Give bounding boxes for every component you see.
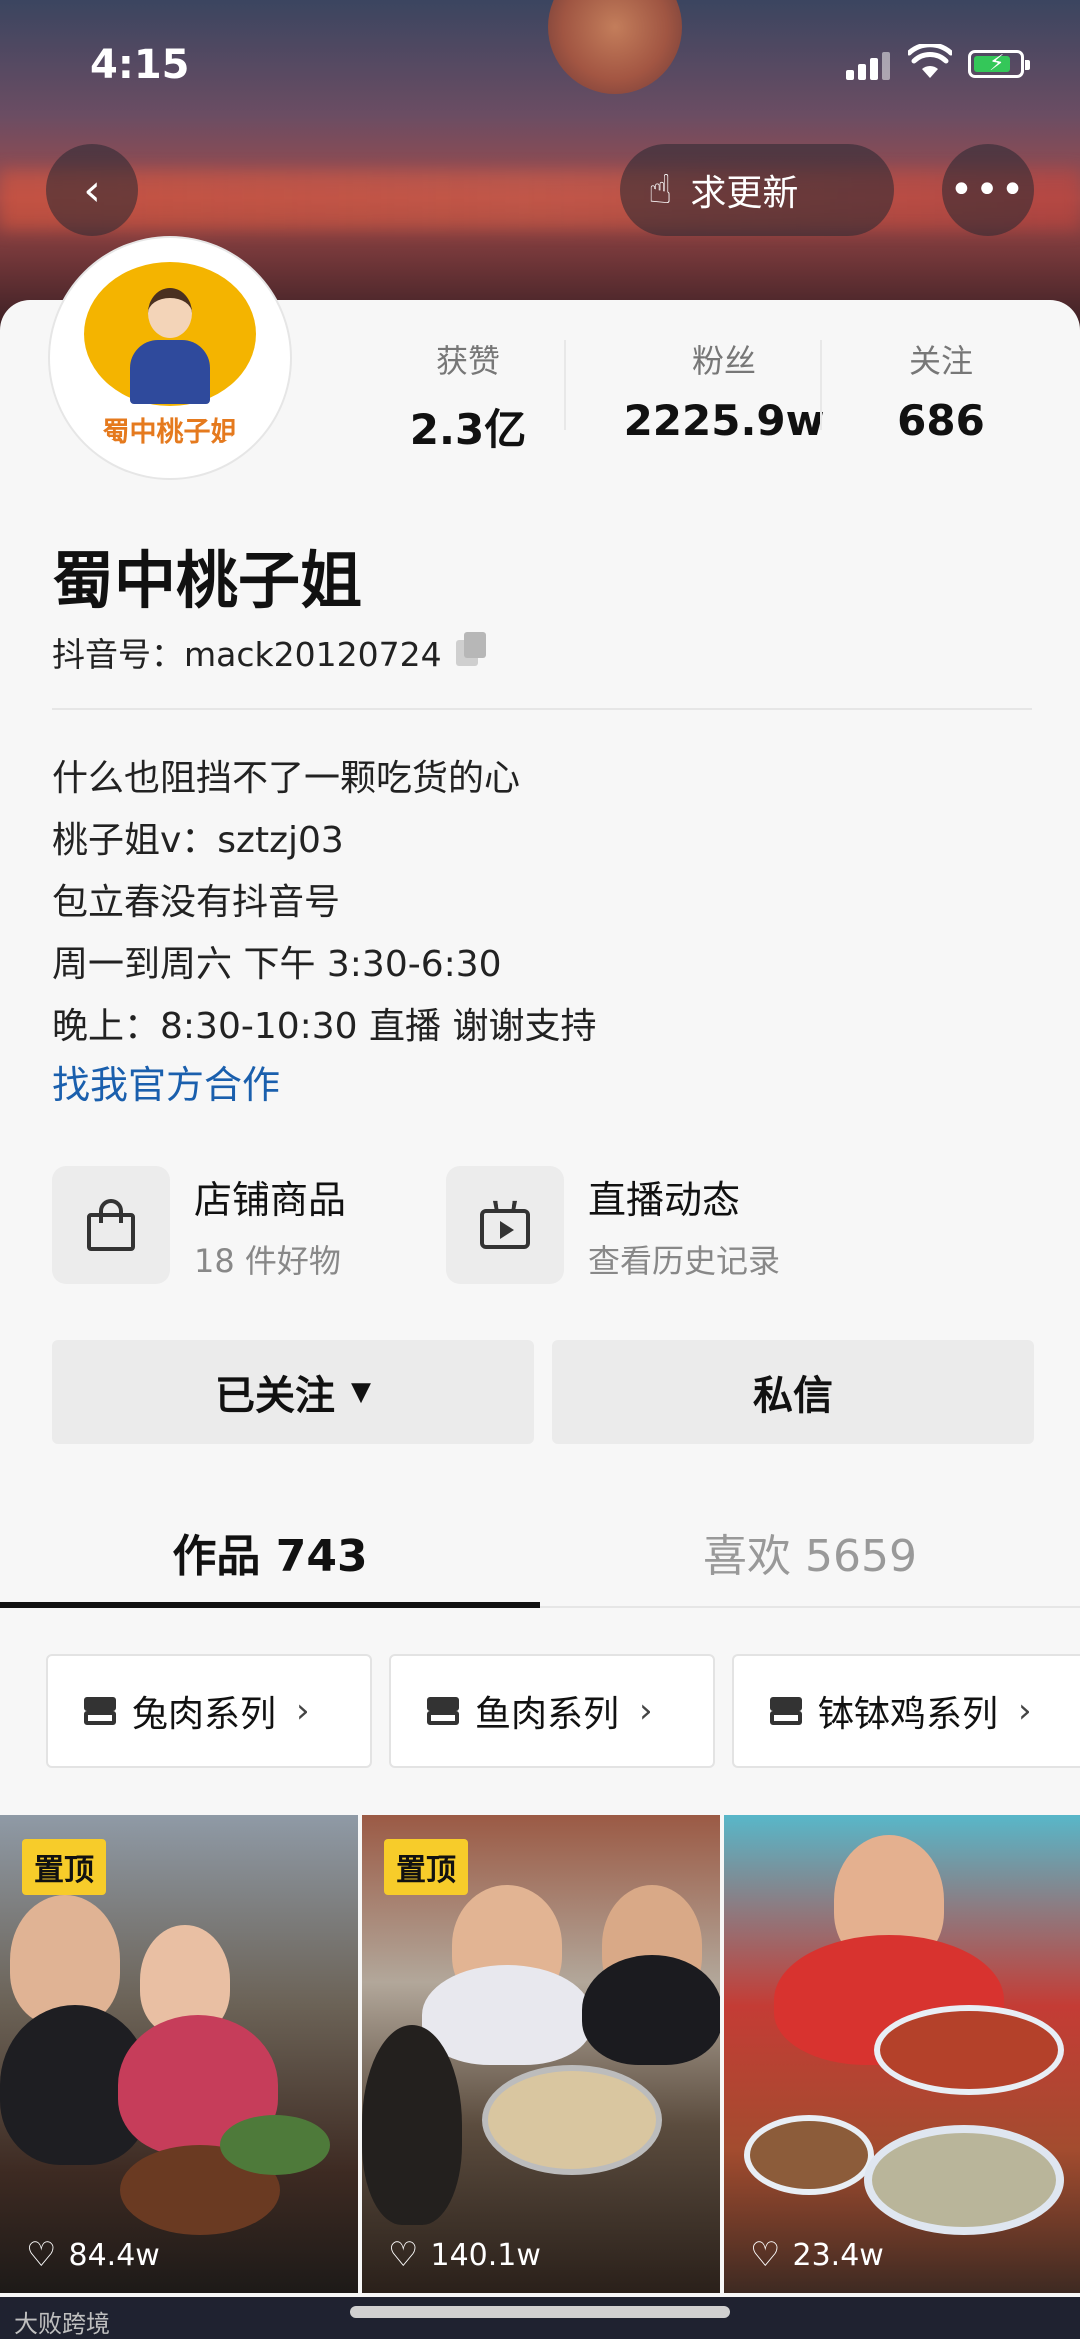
tab-likes[interactable]: 喜欢 5659: [540, 1520, 1080, 1584]
more-options-button[interactable]: •••: [942, 144, 1034, 236]
card-subtitle: 18 件好物: [194, 1241, 341, 1280]
avatar-image: 蜀中桃子姐: [70, 258, 270, 458]
stat-divider: [564, 340, 566, 430]
stat-value: 2225.9w: [623, 396, 825, 445]
video-thumbnail[interactable]: 置顶 ♡ 140.1w: [362, 1815, 720, 2293]
divider: [52, 708, 1032, 710]
collection-chip[interactable]: 钵钵鸡系列 ›: [732, 1654, 1080, 1768]
video-grid: 置顶 ♡ 84.4w 置顶 ♡ 140.1w ♡ 23.4w: [0, 1815, 1080, 2315]
following-button[interactable]: 已关注 ▼: [52, 1340, 534, 1444]
request-update-button[interactable]: ☝ 求更新: [620, 144, 894, 236]
more-dots-icon: •••: [949, 167, 1027, 213]
shop-products-card[interactable]: 店铺商品 18 件好物: [52, 1166, 346, 1284]
layers-icon: [82, 1693, 118, 1729]
stat-value: 2.3亿: [409, 405, 527, 454]
stat-fans[interactable]: 粉丝 2225.9w: [596, 336, 852, 457]
stat-label: 粉丝: [691, 342, 756, 380]
following-label: 已关注: [215, 1373, 335, 1419]
chevron-right-icon: ›: [296, 1691, 310, 1731]
profile-bio: 什么也阻挡不了一颗吃货的心 桃子姐v：sztzj03 包立春没有抖音号 周一到周…: [52, 748, 596, 1058]
pinned-badge: 置顶: [384, 1839, 468, 1895]
request-update-label: 求更新: [690, 173, 799, 214]
battery-icon: ⚡: [968, 50, 1030, 78]
heart-icon: ♡: [388, 2235, 419, 2275]
caret-down-icon: ▼: [351, 1377, 371, 1407]
video-likes: ♡ 84.4w: [26, 2235, 160, 2275]
douyin-id: 抖音号：mack20120724: [52, 635, 442, 674]
business-cooperation-link[interactable]: 找我官方合作: [52, 1054, 280, 1109]
stat-label: 获赞: [435, 342, 500, 380]
layers-icon: [768, 1693, 804, 1729]
card-title: 店铺商品: [194, 1177, 347, 1222]
message-button[interactable]: 私信: [552, 1340, 1034, 1444]
live-updates-card[interactable]: 直播动态 查看历史记录: [446, 1166, 780, 1284]
active-tab-indicator: [0, 1602, 540, 1608]
cover-horizon: [0, 170, 1080, 230]
message-label: 私信: [753, 1373, 833, 1419]
likes-count: 23.4w: [792, 2237, 884, 2273]
chevron-right-icon: ›: [639, 1691, 653, 1731]
watermark: 大败跨境: [14, 2310, 110, 2338]
stat-label: 关注: [908, 342, 973, 380]
video-grid-next-row: [0, 2297, 1080, 2339]
bio-line: 桃子姐v：sztzj03: [52, 820, 344, 861]
video-likes: ♡ 23.4w: [750, 2235, 884, 2275]
wifi-icon: [908, 44, 952, 78]
collection-label: 钵钵鸡系列: [818, 1694, 999, 1735]
collection-label: 兔肉系列: [132, 1694, 277, 1735]
bio-line: 什么也阻挡不了一颗吃货的心: [52, 758, 521, 799]
video-thumbnail[interactable]: ♡ 23.4w: [724, 1815, 1080, 2293]
heart-icon: ♡: [26, 2235, 57, 2275]
collection-chip[interactable]: 鱼肉系列 ›: [389, 1654, 715, 1768]
avatar-logo-text: 蜀中桃子姐: [102, 417, 238, 448]
status-time: 4:15: [90, 42, 190, 88]
pinned-badge: 置顶: [22, 1839, 106, 1895]
back-button[interactable]: ‹: [46, 144, 138, 236]
copy-icon[interactable]: [452, 632, 486, 666]
bio-line: 周一到周六 下午 3:30-6:30: [52, 944, 502, 985]
profile-name: 蜀中桃子姐: [52, 544, 363, 617]
shopping-bag-icon: [52, 1166, 170, 1284]
card-subtitle: 查看历史记录: [588, 1241, 781, 1280]
heart-icon: ♡: [750, 2235, 781, 2275]
stat-likes[interactable]: 获赞 2.3亿: [340, 336, 596, 457]
content-tabs: 作品 743 喜欢 5659: [0, 1500, 1080, 1608]
collection-chip[interactable]: 兔肉系列 ›: [46, 1654, 372, 1768]
pointing-hand-icon: ☝: [648, 167, 673, 213]
cellular-signal-icon: [846, 52, 894, 80]
live-tv-icon: [446, 1166, 564, 1284]
status-bar: 4:15 ⚡: [0, 0, 1080, 130]
chevron-left-icon: ‹: [83, 164, 101, 216]
video-likes: ♡ 140.1w: [388, 2235, 541, 2275]
avatar[interactable]: 蜀中桃子姐: [50, 238, 290, 478]
profile-stats: 获赞 2.3亿 粉丝 2225.9w 关注 686: [340, 336, 1030, 457]
stat-value: 686: [897, 396, 985, 445]
home-indicator[interactable]: [350, 2306, 730, 2318]
stat-following[interactable]: 关注 686: [852, 336, 1030, 457]
likes-count: 140.1w: [430, 2237, 541, 2273]
card-title: 直播动态: [588, 1177, 741, 1222]
collection-label: 鱼肉系列: [475, 1694, 620, 1735]
tab-works[interactable]: 作品 743: [0, 1520, 540, 1584]
layers-icon: [425, 1693, 461, 1729]
likes-count: 84.4w: [68, 2237, 160, 2273]
bio-line: 晚上：8:30-10:30 直播 谢谢支持: [52, 1006, 597, 1047]
chevron-right-icon: ›: [1018, 1691, 1032, 1731]
bio-line: 包立春没有抖音号: [52, 882, 341, 923]
video-thumbnail[interactable]: 置顶 ♡ 84.4w: [0, 1815, 358, 2293]
stat-divider: [820, 340, 822, 430]
